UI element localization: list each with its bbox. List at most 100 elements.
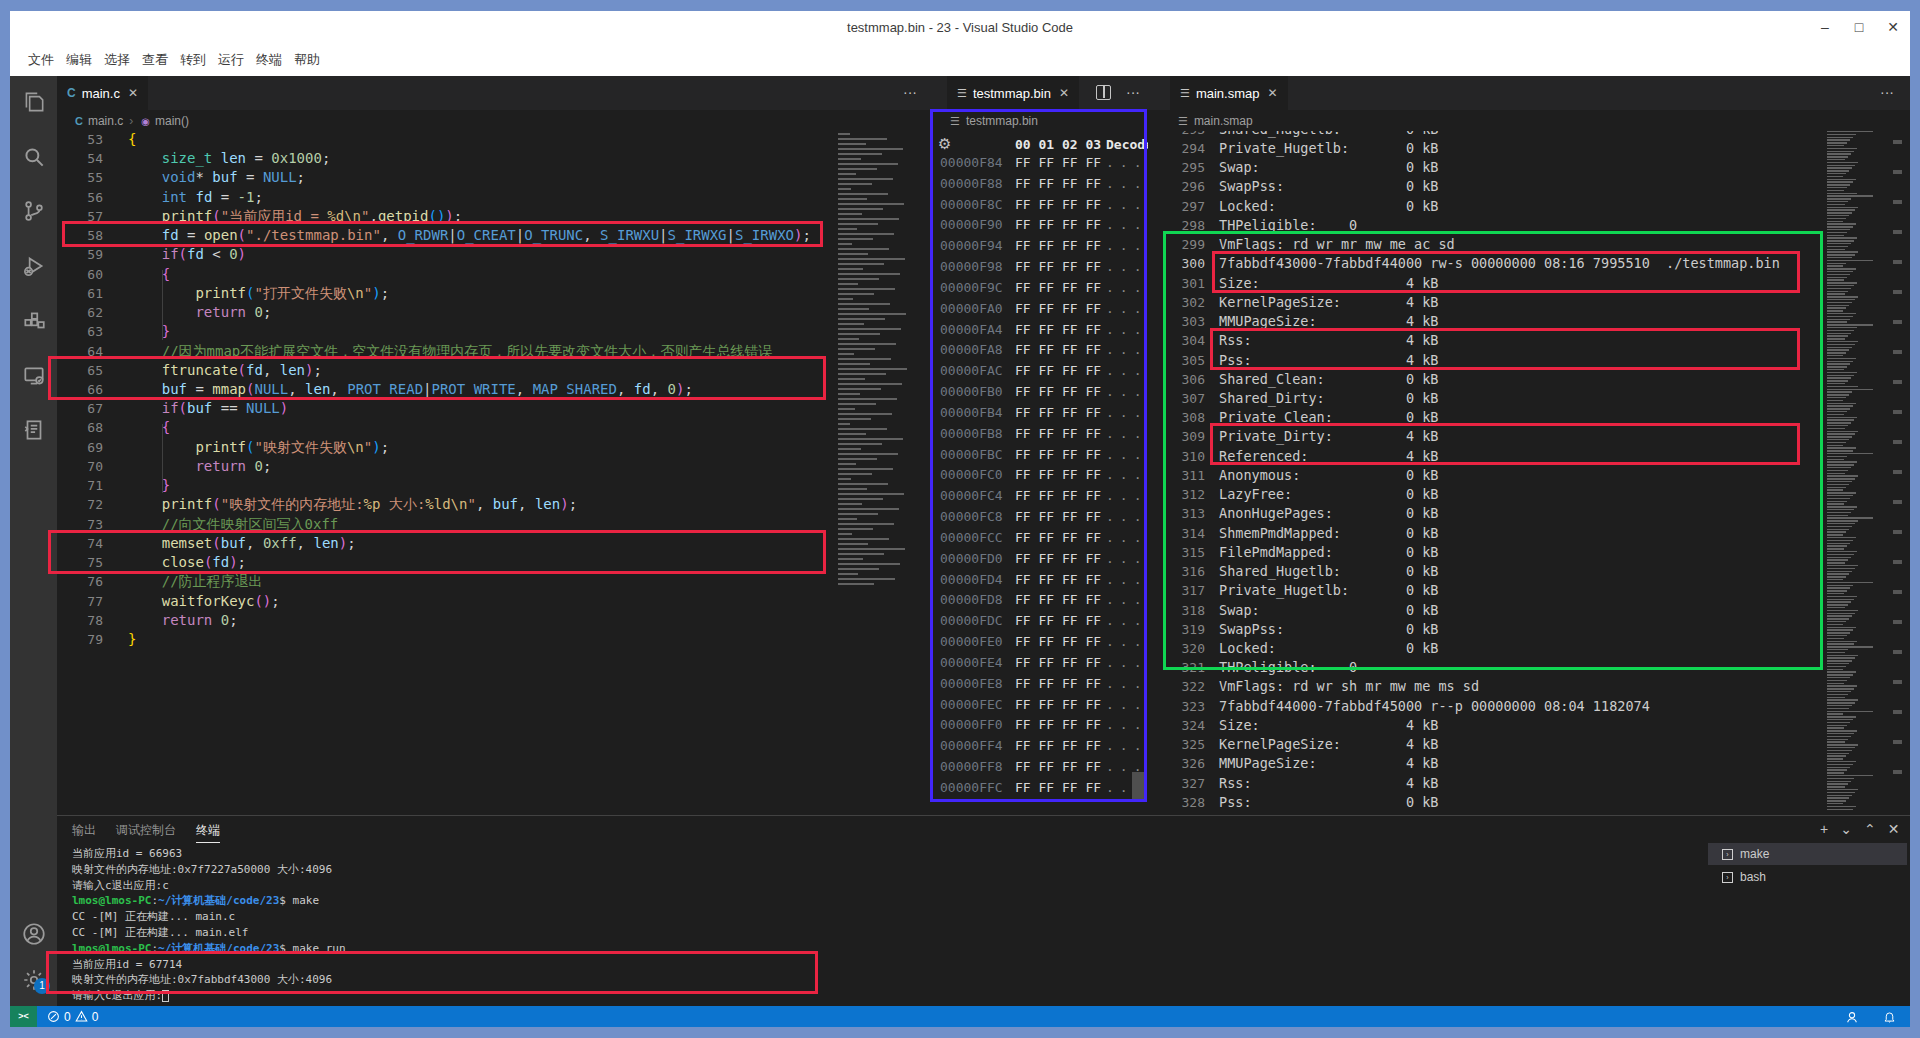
menu-item-2[interactable]: 选择	[104, 51, 130, 69]
close-panel-icon[interactable]: ✕	[1888, 821, 1900, 837]
code-line: 67 if(buf == NULL)	[57, 399, 835, 419]
hex-address: 00000FDC	[940, 613, 1003, 628]
terminal-line: 映射文件的内存地址:0x7fabbdf43000 大小:4096	[72, 972, 332, 987]
split-editor-icon[interactable]	[1096, 85, 1111, 100]
line-number: 58	[57, 226, 103, 245]
editor2-breadcrumb[interactable]: ☰testmmap.bin	[930, 110, 1148, 132]
menu-item-5[interactable]: 运行	[218, 51, 244, 69]
smap-editor[interactable]: 293Shared_Hugetlb: 0 kB294Private_Hugetl…	[1158, 131, 1818, 815]
editor1-breadcrumb[interactable]: Cmain.c›◉main()	[57, 110, 875, 132]
menu-item-7[interactable]: 帮助	[294, 51, 320, 69]
line-number: 53	[57, 130, 103, 149]
hex-bytes: FF FF FF FF	[1015, 572, 1101, 587]
editor2-more-actions-icon[interactable]: ···	[1118, 76, 1148, 110]
run-debug-icon[interactable]	[10, 246, 57, 286]
hex-settings-gear-icon[interactable]: ⚙	[938, 135, 951, 153]
line-number: 73	[57, 515, 103, 534]
code-editor[interactable]: 53{54 size_t len = 0x1000;55 void* buf =…	[57, 130, 835, 815]
source-control-icon[interactable]	[10, 191, 57, 231]
references-icon[interactable]	[10, 410, 57, 450]
code-text: waitforKeyc();	[128, 592, 280, 611]
line-number: 77	[57, 592, 103, 611]
remote-indicator[interactable]: ><	[10, 1006, 37, 1027]
line-number: 307	[1158, 389, 1205, 408]
code-text: int fd = -1;	[128, 188, 263, 207]
search-icon[interactable]	[10, 137, 57, 177]
line-number: 61	[57, 284, 103, 303]
hex-address: 00000FA4	[940, 322, 1003, 337]
remote-explorer-icon[interactable]	[10, 356, 57, 396]
menu-item-3[interactable]: 查看	[142, 51, 168, 69]
panel-tab-2[interactable]: 终端	[196, 822, 220, 843]
tab-testmmap-bin[interactable]: ☰testmmap.bin✕	[947, 76, 1079, 110]
panel-tab-1[interactable]: 调试控制台	[116, 822, 176, 843]
line-number: 65	[57, 361, 103, 380]
menu-item-4[interactable]: 转到	[180, 51, 206, 69]
terminal-icon: ›	[1722, 872, 1733, 883]
editor1-more-actions-icon[interactable]: ···	[895, 76, 925, 110]
tab-close-icon[interactable]: ✕	[128, 86, 138, 100]
menu-item-0[interactable]: 文件	[28, 51, 54, 69]
line-number: 55	[57, 168, 103, 187]
code-text: memset(buf, 0xff, len);	[128, 534, 356, 553]
code-text: //防止程序退出	[128, 572, 263, 591]
editor3-more-actions-icon[interactable]: ···	[1872, 76, 1902, 110]
panel-actions: + ⌄ ⌃ ✕	[1820, 821, 1899, 837]
code-text: buf = mmap(NULL, len, PROT_READ|PROT_WRI…	[128, 380, 693, 399]
maximize-button[interactable]: □	[1842, 11, 1876, 44]
panel-tab-0[interactable]: 输出	[72, 822, 96, 843]
new-terminal-icon[interactable]: +	[1820, 821, 1828, 837]
overview-ruler-mark	[1893, 680, 1902, 684]
code-text: size_t len = 0x1000;	[128, 149, 330, 168]
hex-editor[interactable]: ☰testmmap.bin⚙00 01 02 03Decoded Text000…	[930, 110, 1148, 815]
hex-decoded: ....	[1106, 572, 1148, 587]
hex-decoded: ....	[1106, 405, 1148, 420]
code-text: {	[128, 418, 170, 437]
terminal-list-item-bash[interactable]: ›bash	[1708, 866, 1907, 888]
smap-minimap[interactable]	[1825, 131, 1878, 811]
close-button[interactable]: ✕	[1876, 11, 1910, 44]
settings-gear-icon[interactable]	[10, 960, 57, 1000]
menu-item-6[interactable]: 终端	[256, 51, 282, 69]
tab-main-smap[interactable]: ☰main.smap✕	[1170, 76, 1288, 110]
files-icon[interactable]	[10, 82, 57, 122]
overview-ruler-mark	[1893, 290, 1902, 294]
hex-address: 00000FC4	[940, 488, 1003, 503]
hex-address: 00000FEC	[940, 697, 1003, 712]
extensions-icon[interactable]	[10, 301, 57, 341]
code-line: 66 buf = mmap(NULL, len, PROT_READ|PROT_…	[57, 380, 835, 400]
tab-main-c[interactable]: Cmain.c✕	[57, 76, 148, 110]
tab-close-icon: ✕	[1267, 86, 1277, 100]
code-text: return 0;	[128, 611, 238, 630]
terminal-list-item-make[interactable]: ›make	[1708, 843, 1907, 865]
feedback-icon	[1845, 1010, 1859, 1024]
hex-bytes: FF FF FF FF	[1015, 363, 1101, 378]
editor3-breadcrumb[interactable]: ☰main.smap	[1158, 110, 1458, 132]
account-icon[interactable]	[10, 914, 57, 954]
hex-decoded: ....	[1106, 217, 1148, 232]
minimap[interactable]	[835, 133, 920, 593]
hex-address: 00000F90	[940, 217, 1003, 232]
terminal-list-label: make	[1740, 847, 1769, 861]
line-number: 310	[1158, 447, 1205, 466]
menu-item-1[interactable]: 编辑	[66, 51, 92, 69]
hex-scrollbar-thumb[interactable]	[1132, 772, 1146, 800]
line-number: 298	[1158, 216, 1205, 235]
status-bar: >< 00	[10, 1006, 1910, 1027]
error-icon	[47, 1010, 60, 1023]
minimize-button[interactable]: –	[1808, 11, 1842, 44]
dropdown-icon[interactable]: ⌄	[1840, 821, 1852, 837]
hex-bytes: FF FF FF FF	[1015, 780, 1101, 795]
hex-bytes: FF FF FF FF	[1015, 717, 1101, 732]
terminal-line: 映射文件的内存地址:0x7f7227a50000 大小:4096	[72, 862, 332, 877]
hex-bytes: FF FF FF FF	[1015, 551, 1101, 566]
hex-decoded: ....	[1106, 384, 1148, 399]
maximize-panel-icon[interactable]: ⌃	[1864, 821, 1876, 837]
problems-status[interactable]: 00	[47, 1006, 98, 1027]
line-number: 294	[1158, 139, 1205, 158]
hex-address: 00000FAC	[940, 363, 1003, 378]
hex-decoded: ....	[1106, 342, 1148, 357]
terminal-line: CC -[M] 正在构建... main.elf	[72, 925, 248, 940]
hex-address: 00000FF8	[940, 759, 1003, 774]
line-number: 308	[1158, 408, 1205, 427]
